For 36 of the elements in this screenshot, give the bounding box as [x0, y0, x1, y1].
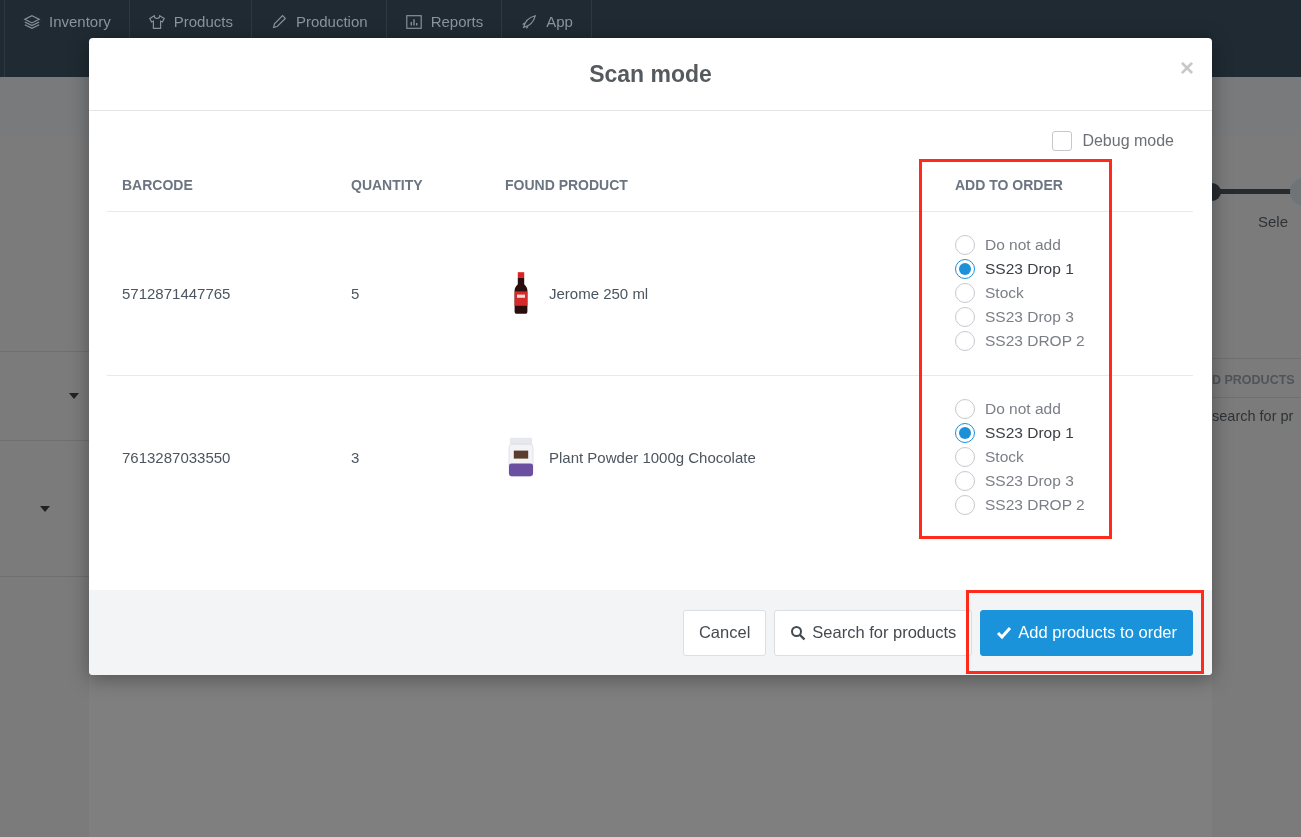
debug-checkbox[interactable]: [1052, 131, 1073, 151]
step-label: Sele: [1257, 213, 1290, 230]
column-header: FOUND PRODUCT: [505, 176, 628, 193]
barcode-cell: 5712871447765: [122, 284, 231, 302]
radio-option[interactable]: Stock: [955, 447, 1178, 467]
radio-option[interactable]: SS23 Drop 3: [955, 307, 1178, 327]
caret-icon[interactable]: [39, 505, 50, 512]
layers-icon: [23, 13, 41, 31]
shirt-icon: [147, 13, 166, 31]
chart-icon: [404, 13, 423, 31]
caret-icon[interactable]: [69, 393, 79, 399]
rocket-icon: [520, 13, 539, 31]
radio-option[interactable]: Do not add: [955, 235, 1178, 255]
radio-option[interactable]: SS23 DROP 2: [955, 331, 1178, 351]
radio-option[interactable]: SS23 Drop 3: [955, 471, 1178, 491]
column-header: BARCODE: [122, 176, 193, 193]
radio-option[interactable]: SS23 DROP 2: [955, 495, 1178, 515]
column-header: QUANTITY: [351, 176, 423, 193]
modal-title: Scan mode: [589, 60, 712, 88]
radio-option[interactable]: SS23 Drop 1: [955, 259, 1178, 279]
product-name: Jerome 250 ml: [549, 284, 649, 302]
add-products-button[interactable]: Add products to order: [980, 609, 1193, 656]
checkbox-label: Debug mode: [1082, 132, 1174, 150]
barcode-cell: 7613287033550: [122, 448, 231, 466]
radio-option[interactable]: Stock: [955, 283, 1178, 303]
search-field[interactable]: search for pr: [1212, 398, 1301, 424]
product-name: Plant Powder 1000g Chocolate: [549, 448, 756, 466]
column-header: ADD TO ORDER: [955, 176, 1063, 193]
quantity-cell: 5: [351, 284, 360, 302]
cancel-button[interactable]: Cancel: [682, 609, 767, 656]
radio-option[interactable]: SS23 Drop 1: [955, 423, 1178, 443]
check-icon: [996, 624, 1013, 641]
search-products-button[interactable]: Search for products: [774, 609, 973, 656]
quantity-cell: 3: [351, 448, 360, 466]
radio-option[interactable]: Do not add: [955, 399, 1178, 419]
search-icon: [790, 624, 807, 641]
